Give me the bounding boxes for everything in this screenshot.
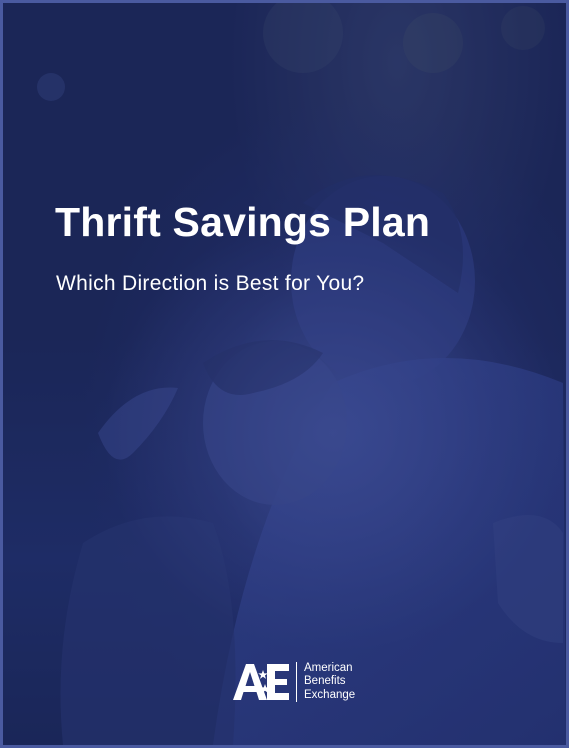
logo-line-american: American [304,661,353,674]
logo-line-benefits: Benefits [304,675,346,688]
logo-divider [296,662,297,702]
logo-line-exchange: Exchange [304,688,356,701]
cover-title: Thrift Savings Plan [55,199,431,245]
couple-embrace-photo [3,3,566,745]
cover-subtitle: Which Direction is Best for You? [56,272,365,295]
brochure-cover: Thrift Savings Plan Which Direction is B… [0,0,569,748]
ae-star-logo-icon [233,664,289,700]
american-benefits-exchange-logo: American Benefits Exchange [231,661,355,703]
logo-wordmark: American Benefits Exchange [304,662,355,703]
